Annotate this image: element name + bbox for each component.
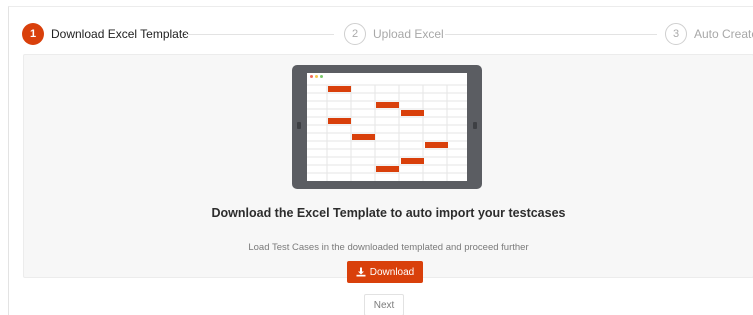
download-button-label: Download (369, 266, 415, 278)
tablet-side-button (473, 122, 477, 129)
tablet-side-button (297, 122, 301, 129)
step-number-badge: 3 (665, 23, 687, 45)
dot (310, 75, 313, 78)
step-upload-excel[interactable]: 2 Upload Excel (344, 22, 444, 46)
step-label: Download Excel Template (51, 27, 189, 41)
step-label: Upload Excel (373, 27, 444, 41)
wizard-panel: 1 Download Excel Template 2 Upload Excel… (8, 6, 753, 315)
step-label: Auto Create (694, 27, 753, 41)
dot (315, 75, 318, 78)
download-template-card: Download the Excel Template to auto impo… (23, 54, 753, 283)
step-download-template[interactable]: 1 Download Excel Template (22, 22, 189, 46)
download-button[interactable]: Download (347, 261, 423, 283)
step-auto-create[interactable]: 3 Auto Create (665, 22, 753, 46)
download-icon (356, 267, 366, 277)
tablet-screen (307, 73, 467, 181)
window-dots (310, 75, 323, 78)
spreadsheet-grid-icon (307, 84, 467, 181)
stepper: 1 Download Excel Template 2 Upload Excel… (9, 7, 753, 59)
step-number-badge: 2 (344, 23, 366, 45)
step-connector (445, 34, 657, 35)
dot (320, 75, 323, 78)
card-headline: Download the Excel Template to auto impo… (211, 206, 566, 220)
card-subline: Load Test Cases in the downloaded templa… (248, 242, 529, 253)
step-number-badge: 1 (22, 23, 44, 45)
step-connector (186, 34, 334, 35)
spreadsheet-tablet-illustration (292, 65, 482, 189)
next-button[interactable]: Next (364, 294, 404, 315)
